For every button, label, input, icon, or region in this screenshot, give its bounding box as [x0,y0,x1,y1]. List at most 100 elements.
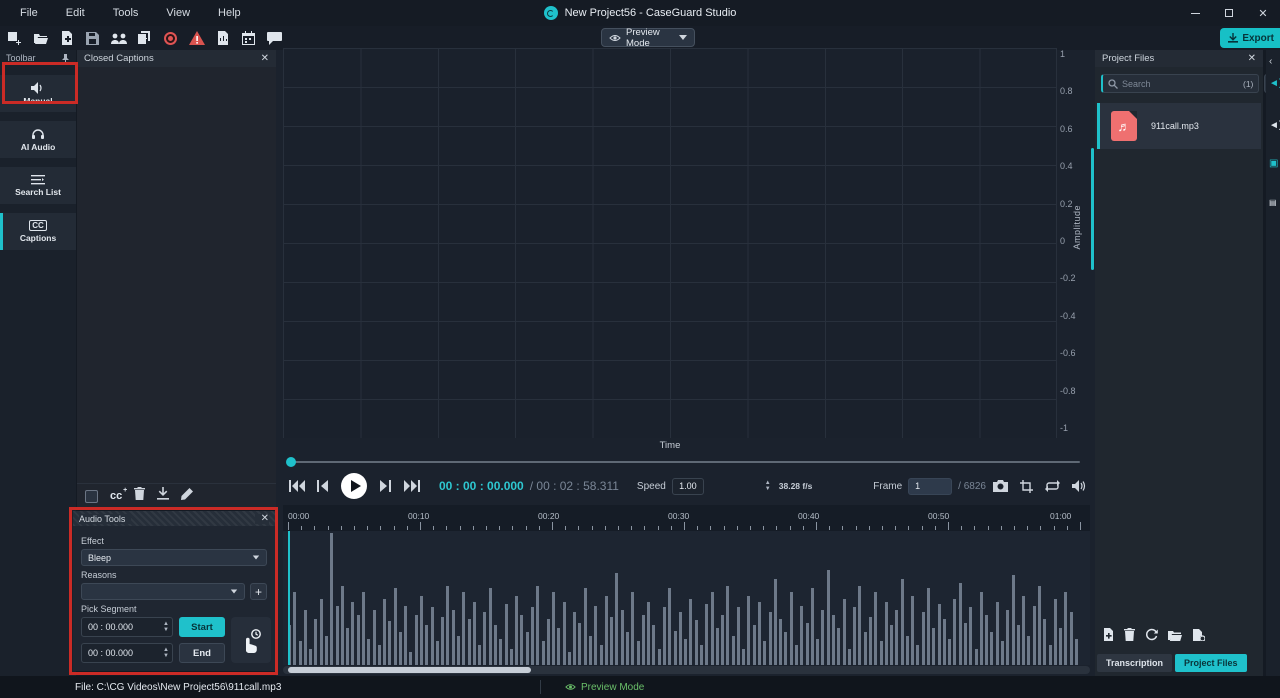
tab-project-files[interactable]: Project Files [1175,654,1247,672]
y-tick: 0.6 [1060,125,1076,134]
open-folder-button[interactable] [1168,628,1182,646]
menu-view[interactable]: View [154,4,202,22]
search-input[interactable] [1122,79,1239,89]
crop-button[interactable] [1016,475,1038,497]
segment-end-input[interactable]: 00 : 00.000 ▲▼ [81,643,173,663]
timeline-ruler[interactable]: 00:0000:1000:2000:3000:4000:5001:00 [283,505,1090,531]
sidebar-item-ai-audio[interactable]: AI Audio [0,121,76,158]
pick-segment-button[interactable] [231,617,271,663]
add-reason-button[interactable]: + [250,583,267,600]
new-project-icon [7,31,22,45]
delete-caption-button[interactable] [134,487,145,505]
sidebar-item-manual[interactable]: Manual [0,75,76,112]
waveform-bar [446,586,449,665]
close-icon[interactable]: ✕ [255,514,269,524]
file-list-item[interactable]: ♬ 911call.mp3 [1097,103,1261,149]
waveform-bar [911,596,914,665]
new-project-button[interactable] [6,30,23,47]
preview-mode-dropdown[interactable]: Preview Mode [601,28,695,47]
collapse-chevron-icon[interactable]: ‹ [1269,56,1272,67]
ruler-tick [671,526,672,530]
audio-tool-icon[interactable]: ◄)) [1269,78,1280,89]
menu-edit[interactable]: Edit [54,4,97,22]
ruler-tick [380,526,381,530]
skip-to-end-button[interactable] [399,473,425,499]
open-folder-icon [1168,630,1182,641]
frame-input[interactable] [908,478,952,495]
open-project-button[interactable] [32,30,49,47]
start-time-stepper[interactable]: ▲▼ [163,622,169,633]
edit-caption-button[interactable] [181,487,193,505]
ruler-tick [473,526,474,530]
sidebar-item-search-list[interactable]: Search List [0,167,76,204]
ruler-tick [724,526,725,530]
waveform-bar [784,632,787,665]
previous-frame-button[interactable] [309,473,335,499]
report-button[interactable] [214,30,231,47]
waveform-bar [1022,596,1025,665]
tab-transcription[interactable]: Transcription [1097,654,1172,672]
save-button[interactable] [84,30,101,47]
chart-vertical-scrollbar[interactable] [1091,148,1094,270]
segment-start-input[interactable]: 00 : 00.000 ▲▼ [81,617,173,637]
effect-dropdown[interactable]: Bleep [81,549,267,566]
captions-tool-icon[interactable]: ▣ [1269,158,1278,169]
export-file-button[interactable] [1192,628,1205,646]
comments-button[interactable] [266,30,283,47]
timeline-waveform-area[interactable] [283,531,1090,665]
add-caption-button[interactable]: cc+ [110,490,122,502]
close-icon[interactable]: ✕ [261,54,269,64]
waveform-bar [578,623,581,665]
select-all-checkbox[interactable] [85,490,98,503]
play-button[interactable] [341,473,367,499]
seek-track[interactable] [288,461,1080,463]
seek-thumb[interactable] [286,457,296,467]
add-file-button[interactable] [58,30,75,47]
segment-end-button[interactable]: End [179,643,225,663]
waveform-bar [753,625,756,665]
menu-tools[interactable]: Tools [101,4,151,22]
ruler-tick [882,526,883,530]
ruler-tick [539,526,540,530]
add-file-button[interactable] [1103,628,1114,646]
menu-help[interactable]: Help [206,4,253,22]
menu-file[interactable]: File [8,4,50,22]
snapshot-button[interactable] [990,475,1012,497]
timeline-scrollbar[interactable] [283,666,1090,674]
skip-to-start-button[interactable] [283,473,309,499]
next-frame-button[interactable] [373,473,399,499]
end-time-stepper[interactable]: ▲▼ [163,648,169,659]
minimize-button[interactable] [1178,0,1212,26]
waveform-bar [341,586,344,665]
file-search-box[interactable]: (1) [1101,74,1259,93]
timeline-scrollbar-thumb[interactable] [288,667,531,673]
calendar-button[interactable] [240,30,257,47]
collaboration-button[interactable] [110,30,127,47]
announce-tool-icon[interactable]: ◄) [1269,120,1280,131]
waveform-bar [483,612,486,665]
list-tool-icon[interactable]: ▤ [1269,198,1277,207]
speed-stepper[interactable]: ▲▼ [765,481,771,492]
speed-input[interactable] [672,478,704,495]
close-button[interactable]: ✕ [1246,0,1280,26]
alerts-button[interactable] [188,30,205,47]
amplitude-plot[interactable] [283,48,1057,438]
loop-button[interactable] [1042,475,1064,497]
sidebar-item-captions[interactable]: CC Captions [0,213,76,250]
maximize-button[interactable] [1212,0,1246,26]
waveform-bar [858,586,861,665]
export-button[interactable]: Export [1220,28,1280,48]
volume-button[interactable] [1068,475,1090,497]
delete-file-button[interactable] [1124,628,1135,646]
reasons-dropdown[interactable] [81,583,245,600]
segment-start-button[interactable]: Start [179,617,225,637]
duplicate-button[interactable] [136,30,153,47]
record-button[interactable] [162,30,179,47]
close-icon[interactable]: ✕ [1248,54,1256,64]
seek-slider[interactable] [288,459,1080,465]
playhead[interactable] [288,531,290,665]
pin-icon[interactable] [61,54,70,63]
refresh-files-button[interactable] [1145,628,1158,646]
download-captions-button[interactable] [157,487,169,505]
transport-bar: 00 : 00 : 00.000 / 00 : 02 : 58.311 Spee… [283,470,1090,502]
